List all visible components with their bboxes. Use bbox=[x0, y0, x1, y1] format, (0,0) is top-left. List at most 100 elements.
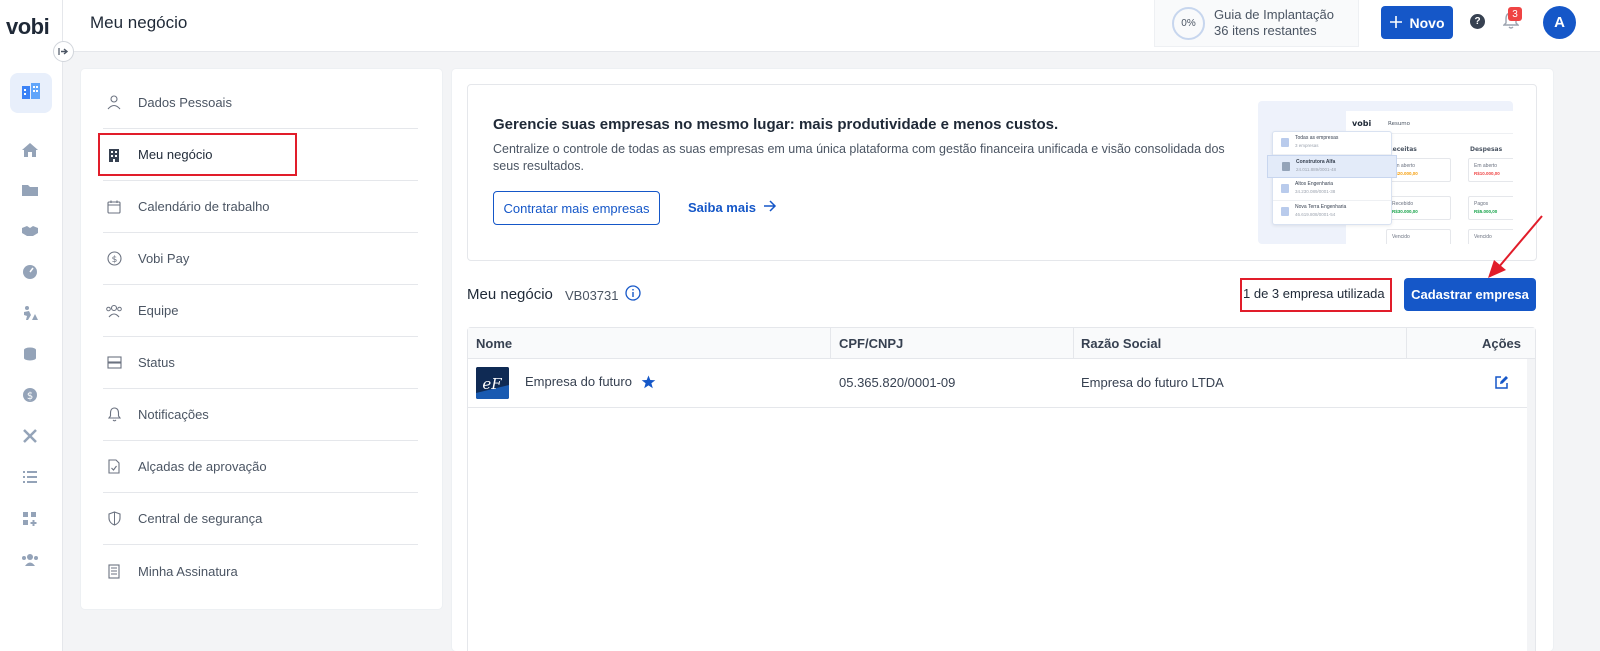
list-icon[interactable] bbox=[19, 466, 41, 488]
collapse-sidebar-button[interactable] bbox=[53, 41, 74, 62]
menu-item-central-seguranca[interactable]: Central de segurança bbox=[103, 493, 418, 545]
menu-item-status[interactable]: Status bbox=[103, 337, 418, 389]
annotation-arrow bbox=[1480, 212, 1560, 282]
help-icon[interactable]: ? bbox=[1470, 14, 1485, 29]
menu-item-vobi-pay[interactable]: $ Vobi Pay bbox=[103, 233, 418, 285]
column-header-name: Nome bbox=[476, 336, 513, 351]
add-company-button[interactable]: Cadastrar empresa bbox=[1404, 278, 1536, 311]
favorite-star-icon[interactable] bbox=[641, 375, 656, 394]
illustration-card: Em aberto R$10.000,00 bbox=[1468, 158, 1513, 182]
menu-item-label: Equipe bbox=[138, 303, 179, 318]
coin-icon: $ bbox=[105, 250, 123, 268]
illustration-col-receitas: Receitas bbox=[1388, 146, 1417, 153]
edit-icon[interactable] bbox=[1494, 375, 1509, 395]
illustration-header: Resumo bbox=[1388, 121, 1411, 127]
app-logo[interactable]: vobi bbox=[6, 14, 50, 40]
handshake-icon[interactable] bbox=[19, 220, 41, 242]
illustration-company-row: Altos Engenharia 34.230.089/0001-38 bbox=[1273, 178, 1391, 201]
menu-item-label: Calendário de trabalho bbox=[138, 199, 270, 214]
status-icon bbox=[105, 354, 123, 372]
promo-description: Centralize o controle de todas as suas e… bbox=[493, 142, 1225, 173]
menu-item-equipe[interactable]: Equipe bbox=[103, 285, 418, 337]
illustration-company-row: Construtora Alfa 24.011.889/0001-48 bbox=[1267, 155, 1397, 178]
annotation-highlight-menu bbox=[98, 133, 297, 176]
menu-item-label: Minha Assinatura bbox=[138, 563, 238, 579]
menu-item-dados-pessoais[interactable]: Dados Pessoais bbox=[103, 77, 418, 129]
column-header-legal-name: Razão Social bbox=[1081, 336, 1162, 351]
menu-item-minha-assinatura[interactable]: Minha Assinatura bbox=[103, 545, 418, 597]
notifications-badge: 3 bbox=[1508, 7, 1522, 21]
grid-plus-icon[interactable] bbox=[19, 508, 41, 530]
worker-icon[interactable] bbox=[19, 302, 41, 324]
promo-title: Gerencie suas empresas no mesmo lugar: m… bbox=[493, 116, 1059, 133]
column-header-document: CPF/CNPJ bbox=[839, 336, 904, 351]
home-icon[interactable] bbox=[19, 139, 41, 161]
arrow-right-icon bbox=[58, 43, 69, 61]
approval-doc-icon bbox=[105, 458, 123, 476]
annotation-highlight-usage bbox=[1240, 278, 1392, 312]
illustration-logo: vobi bbox=[1352, 119, 1372, 128]
illustration-card: Vencido bbox=[1386, 229, 1451, 244]
side-rail: vobi $ bbox=[0, 0, 63, 651]
menu-item-notificacoes[interactable]: Notificações bbox=[103, 389, 418, 441]
team-icon bbox=[105, 302, 123, 320]
dollar-icon[interactable]: $ bbox=[19, 384, 41, 406]
guide-subtitle: 36 itens restantes bbox=[1214, 23, 1317, 38]
guide-title: Guia de Implantação bbox=[1214, 7, 1334, 22]
table-scrollbar[interactable] bbox=[1527, 359, 1535, 651]
folder-icon[interactable] bbox=[19, 179, 41, 201]
implementation-guide[interactable]: 0% Guia de Implantação 36 itens restante… bbox=[1154, 0, 1359, 47]
illustration-col-despesas: Despesas bbox=[1470, 146, 1503, 153]
tools-icon[interactable] bbox=[19, 425, 41, 447]
contract-more-companies-button[interactable]: Contratar mais empresas bbox=[493, 191, 660, 225]
top-bar: Meu negócio 0% Guia de Implantação 36 it… bbox=[63, 0, 1600, 52]
business-icon bbox=[21, 82, 41, 105]
menu-item-alcadas[interactable]: Alçadas de aprovação bbox=[103, 441, 418, 493]
companies-table: Nome CPF/CNPJ Razão Social Ações eF Empr… bbox=[467, 327, 1536, 651]
menu-item-label: Notificações bbox=[138, 407, 209, 422]
guide-progress-ring: 0% bbox=[1172, 6, 1205, 40]
svg-text:$: $ bbox=[111, 255, 117, 265]
menu-item-label: Alçadas de aprovação bbox=[138, 459, 267, 474]
illustration-company-list: Todas as empresas 3 empresas Construtora … bbox=[1267, 131, 1397, 225]
menu-item-label: Central de segurança bbox=[138, 511, 263, 526]
menu-item-label: Dados Pessoais bbox=[138, 95, 232, 110]
receipt-icon bbox=[105, 562, 123, 580]
menu-item-label: Vobi Pay bbox=[138, 251, 190, 266]
table-header: Nome CPF/CNPJ Razão Social Ações bbox=[468, 328, 1535, 359]
gauge-icon[interactable] bbox=[19, 261, 41, 283]
illustration-company-row: Nova Terra Engenharia 46.619.808/0001-54 bbox=[1273, 201, 1391, 224]
users-icon[interactable] bbox=[19, 549, 41, 571]
user-avatar[interactable]: A bbox=[1543, 6, 1576, 39]
bell-icon bbox=[105, 406, 123, 424]
business-section-title: Meu negócio bbox=[467, 286, 553, 303]
learn-more-label: Saiba mais bbox=[688, 200, 756, 215]
menu-item-label: Status bbox=[138, 355, 175, 370]
rail-business-button[interactable] bbox=[10, 73, 52, 113]
company-name[interactable]: Empresa do futuro bbox=[525, 374, 632, 389]
page-title: Meu negócio bbox=[90, 13, 188, 32]
illustration-company-row: Todas as empresas 3 empresas bbox=[1273, 132, 1391, 155]
new-button[interactable]: Novo bbox=[1381, 6, 1453, 39]
company-legal-name: Empresa do futuro LTDA bbox=[1081, 375, 1224, 390]
column-header-actions: Ações bbox=[1482, 336, 1522, 351]
coins-icon[interactable] bbox=[19, 343, 41, 365]
svg-text:eF: eF bbox=[482, 375, 502, 393]
plus-icon bbox=[1389, 15, 1402, 31]
promo-banner: Gerencie suas empresas no mesmo lugar: m… bbox=[467, 84, 1537, 261]
table-row[interactable]: eF Empresa do futuro 05.365.820/0001-09 … bbox=[468, 359, 1527, 408]
main-content: Gerencie suas empresas no mesmo lugar: m… bbox=[452, 69, 1553, 651]
menu-item-calendario[interactable]: Calendário de trabalho bbox=[103, 181, 418, 233]
calendar-icon bbox=[105, 198, 123, 216]
svg-text:$: $ bbox=[27, 391, 33, 402]
info-icon[interactable] bbox=[625, 285, 641, 301]
promo-illustration: vobi Resumo Receitas Despesas Em aberto R… bbox=[1258, 101, 1513, 244]
business-code: VB03731 bbox=[565, 288, 619, 303]
new-button-label: Novo bbox=[1409, 14, 1445, 31]
user-icon bbox=[105, 94, 123, 112]
learn-more-link[interactable]: Saiba mais bbox=[688, 200, 777, 215]
arrow-right-icon bbox=[763, 200, 777, 215]
illustration-card: Recebido R$30.000,00 bbox=[1386, 196, 1451, 220]
company-logo: eF bbox=[476, 367, 509, 399]
company-document: 05.365.820/0001-09 bbox=[839, 375, 956, 390]
